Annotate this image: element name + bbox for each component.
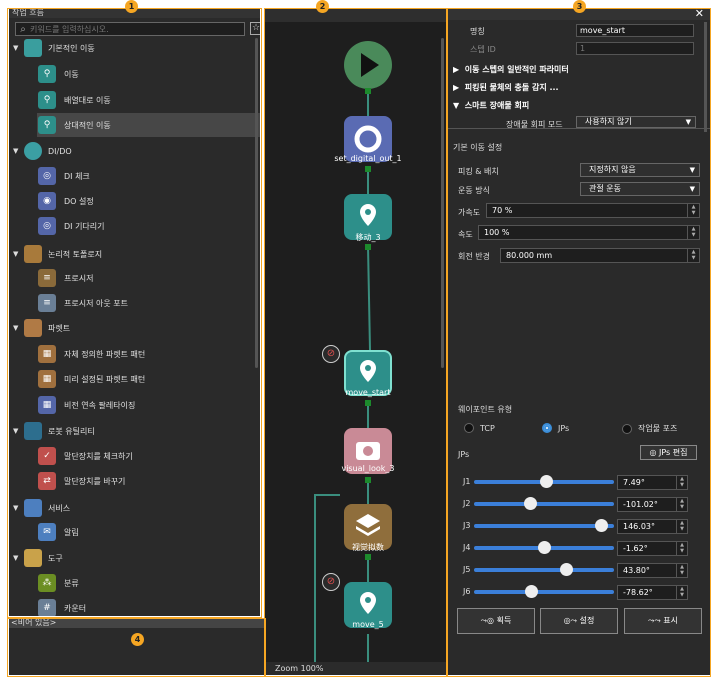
badge-2: 2	[316, 0, 329, 13]
outline-1	[7, 8, 262, 618]
badge-3: 3	[573, 0, 586, 13]
badge-1: 1	[125, 0, 138, 13]
outline-3	[447, 8, 711, 677]
outline-2	[264, 8, 447, 677]
outline-4	[7, 618, 266, 677]
badge-4: 4	[131, 633, 144, 646]
